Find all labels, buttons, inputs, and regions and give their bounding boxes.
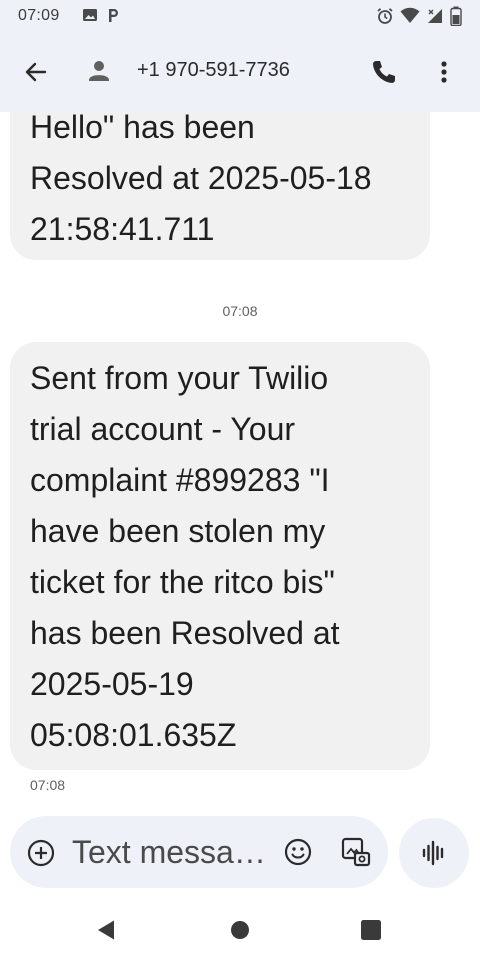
parking-icon: [106, 7, 120, 23]
call-button[interactable]: [366, 54, 402, 90]
avatar[interactable]: [84, 56, 114, 86]
voice-wave-icon: [422, 840, 444, 866]
signal-icon: [426, 7, 444, 25]
image-icon: [82, 7, 98, 23]
more-options-button[interactable]: [428, 54, 460, 90]
emoji-button[interactable]: [282, 836, 314, 868]
message-input[interactable]: Text messa…: [72, 830, 272, 874]
person-icon: [89, 61, 109, 81]
status-notification-icons: [82, 7, 120, 23]
contact-number[interactable]: +1 970-591-7736: [137, 59, 290, 82]
nav-back-button[interactable]: [94, 918, 118, 942]
system-navigation-bar: [0, 900, 480, 960]
message-bubble[interactable]: Sent from your Twilio trial account - Yo…: [10, 342, 430, 770]
nav-recents-icon: [361, 920, 381, 940]
message-timestamp: 07:08: [222, 303, 258, 319]
gallery-icon: [341, 837, 371, 867]
message-bubble[interactable]: Hello" has been Resolved at 2025-05-18 2…: [10, 112, 430, 260]
message-timestamp: 07:08: [30, 777, 66, 793]
status-bar: 07:09: [0, 0, 480, 32]
nav-recents-button[interactable]: [360, 919, 382, 941]
back-arrow-icon: [25, 62, 47, 82]
emoji-icon: [284, 838, 312, 866]
back-button[interactable]: [18, 54, 54, 90]
nav-home-icon: [231, 921, 249, 939]
compose-bar: Text messa…: [10, 816, 388, 888]
nav-home-button[interactable]: [228, 918, 252, 942]
gallery-button[interactable]: [340, 836, 372, 868]
alarm-icon: [376, 7, 394, 25]
wifi-icon: [400, 7, 420, 25]
battery-icon: [450, 6, 462, 26]
more-vert-icon: [441, 61, 447, 83]
phone-icon: [373, 61, 395, 83]
message-list[interactable]: Hello" has been Resolved at 2025-05-18 2…: [0, 112, 480, 812]
conversation-header: +1 970-591-7736: [0, 32, 480, 112]
add-circle-icon: [27, 839, 55, 867]
status-system-icons: [376, 6, 462, 26]
nav-back-icon: [98, 920, 114, 940]
status-time: 07:09: [18, 7, 60, 24]
add-attachment-button[interactable]: [26, 838, 56, 868]
voice-record-button[interactable]: [399, 818, 469, 888]
